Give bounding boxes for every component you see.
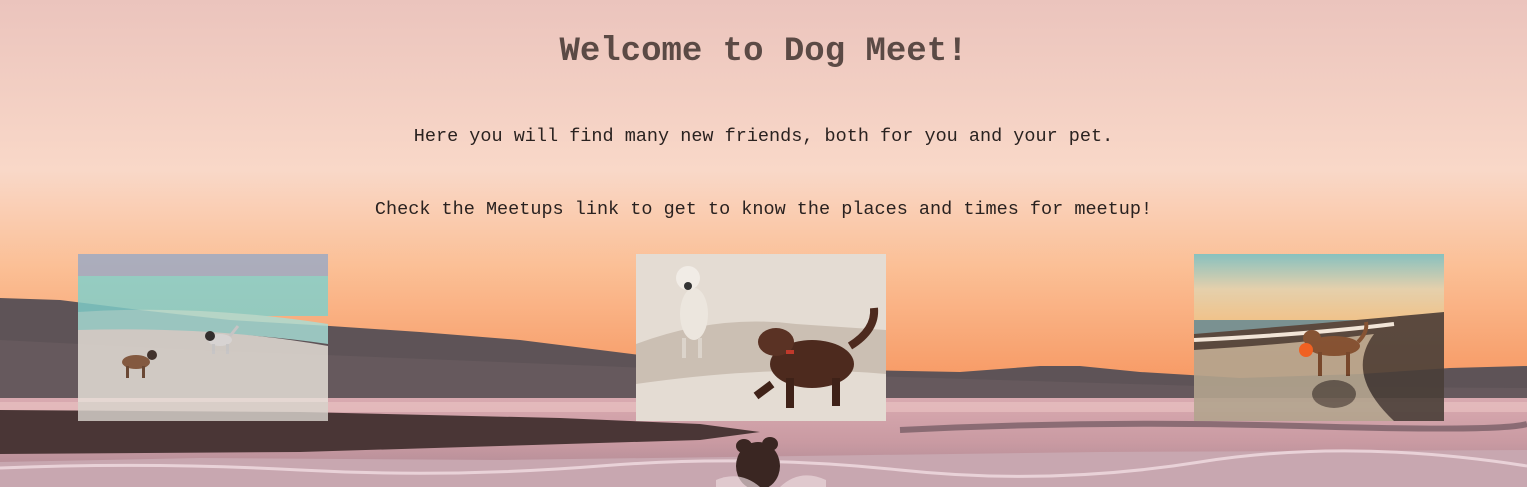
page-title: Welcome to Dog Meet! — [559, 33, 968, 71]
meetups-hint-text: Check the Meetups link to get to know th… — [374, 199, 1153, 220]
dogs-on-beach-photo — [78, 254, 328, 421]
intro-text: Here you will find many new friends, bot… — [413, 126, 1114, 147]
dogs-playing-sand-photo — [636, 254, 886, 421]
dog-with-ball-photo — [1194, 254, 1444, 421]
